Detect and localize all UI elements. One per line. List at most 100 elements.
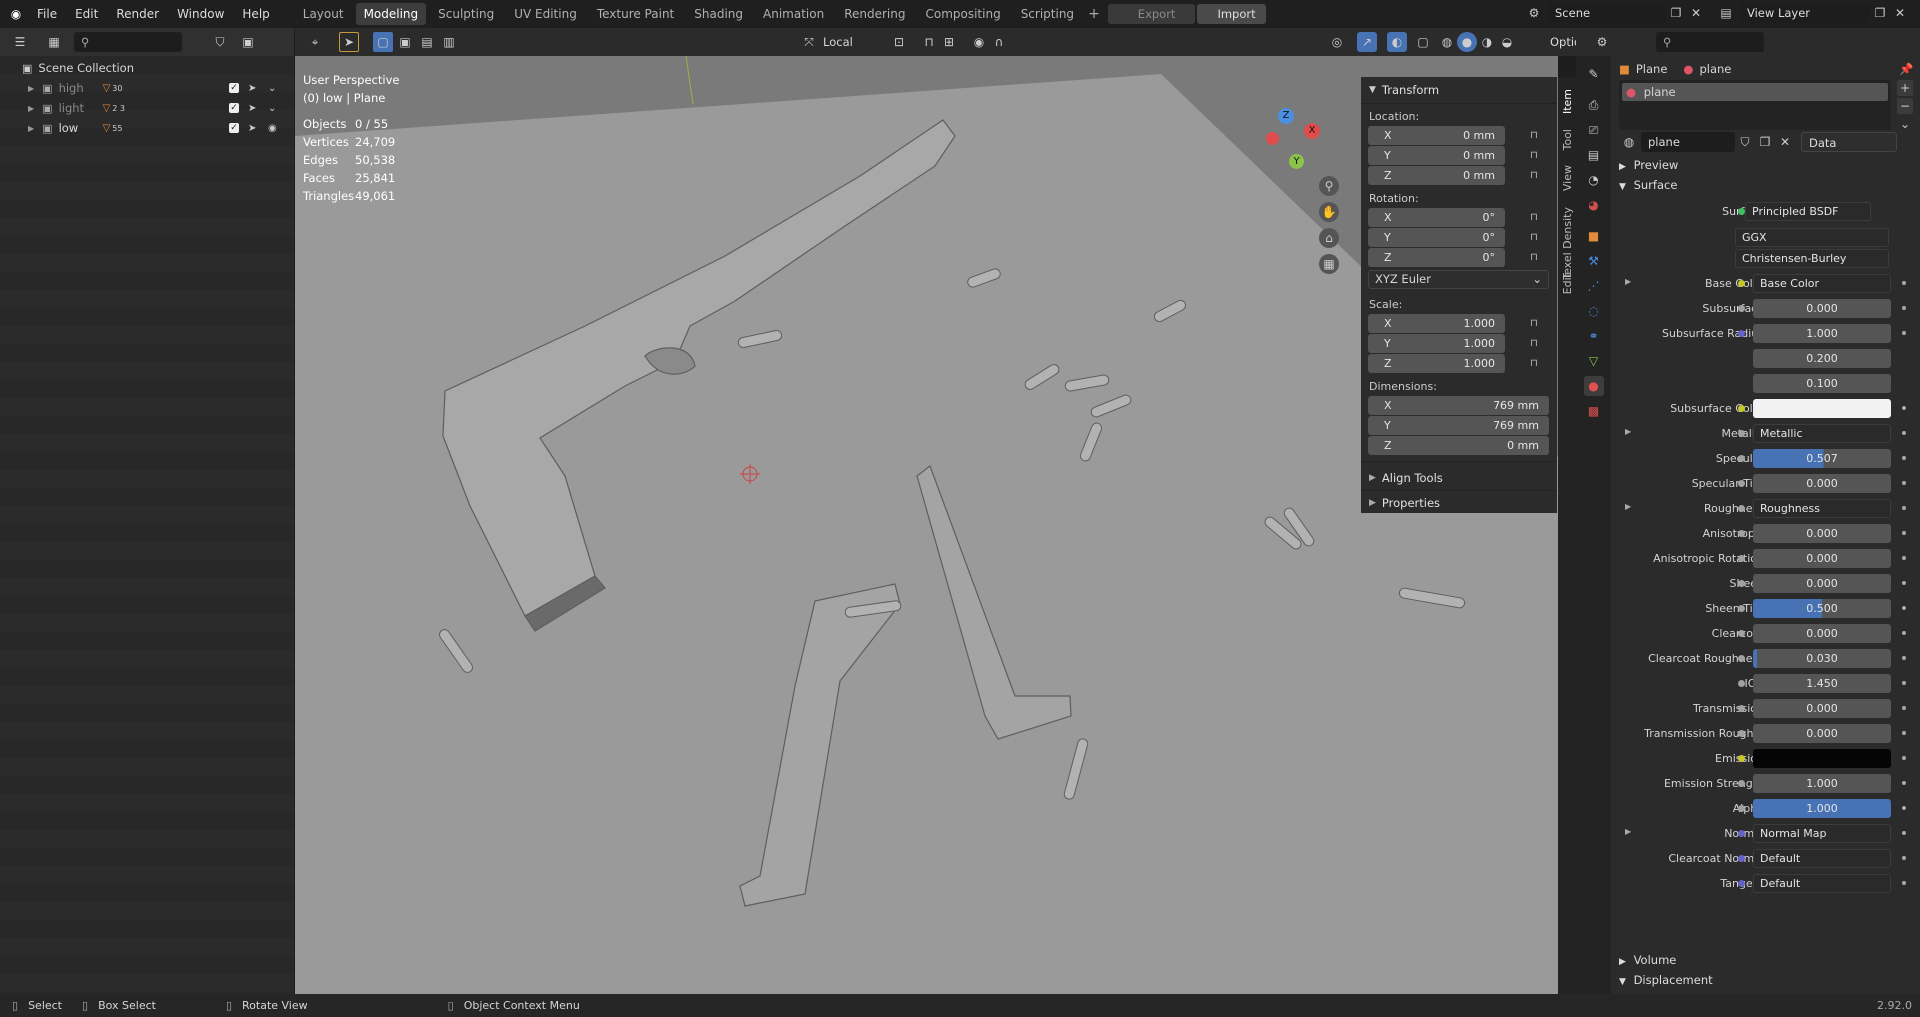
location-x-field[interactable]: X 0 mm — [1368, 126, 1505, 145]
surface-shader-field[interactable]: Principled BSDF — [1745, 202, 1871, 221]
lock-icon[interactable]: ⊓ — [1530, 318, 1542, 329]
distribution-dropdown[interactable]: GGX — [1735, 228, 1889, 247]
material-tab-icon[interactable]: ● — [1583, 376, 1604, 396]
modifier-tab-icon[interactable]: ⚒ — [1584, 251, 1604, 271]
visibility-icon[interactable]: ◎ — [1327, 32, 1347, 52]
camera-view-icon[interactable]: ⌂ — [1319, 228, 1339, 248]
viewport-editor-type-icon[interactable]: ⌖ — [305, 32, 325, 52]
transform-panel-title[interactable]: Transform — [1382, 83, 1439, 97]
keyframe-dot-icon[interactable] — [1902, 281, 1906, 285]
keyframe-dot-icon[interactable] — [1902, 656, 1906, 660]
pan-hand-icon[interactable]: ✋ — [1319, 202, 1339, 222]
subsurface-method-dropdown[interactable]: Christensen-Burley — [1735, 249, 1889, 268]
scale-x-field[interactable]: X 1.000 — [1368, 314, 1505, 333]
delete-view-layer-icon[interactable]: ✕ — [1890, 3, 1910, 23]
new-scene-icon[interactable]: ❐ — [1666, 3, 1686, 23]
neg-x-axis-handle[interactable] — [1266, 132, 1279, 145]
tab-animation[interactable]: Animation — [755, 3, 832, 25]
color-swatch-black[interactable] — [1753, 749, 1891, 768]
lock-icon[interactable]: ⊓ — [1530, 212, 1542, 223]
menu-file[interactable]: File — [28, 0, 66, 28]
solid-shading-icon[interactable]: ● — [1457, 32, 1477, 52]
prop-value-field[interactable]: 0.507 — [1753, 449, 1891, 468]
filter-icon[interactable]: ⛉ — [210, 32, 230, 52]
scene-icon[interactable]: ⚙ — [1524, 3, 1544, 23]
menu-window[interactable]: Window — [168, 0, 233, 28]
y-axis-handle[interactable]: Y — [1289, 154, 1304, 169]
selectable-icon[interactable]: ➤ — [248, 123, 256, 134]
properties-panel-header[interactable]: ▶ Properties — [1361, 490, 1557, 515]
socket-icon[interactable] — [1738, 680, 1745, 687]
expand-icon[interactable]: ▶ — [28, 84, 34, 93]
material-slot-item[interactable]: ● plane — [1622, 83, 1888, 101]
socket-icon[interactable] — [1738, 780, 1745, 787]
select-new-icon[interactable]: ▢ — [373, 32, 393, 52]
expand-icon[interactable]: ▶ — [1625, 502, 1631, 511]
selectable-icon[interactable]: ➤ — [248, 83, 256, 94]
scene-field[interactable]: Scene — [1548, 3, 1666, 23]
slot-menu-button[interactable]: ⌄ — [1897, 116, 1913, 132]
material-slot-list[interactable]: ● plane — [1619, 80, 1891, 130]
new-collection-icon[interactable]: ▣ — [238, 32, 258, 52]
keyframe-dot-icon[interactable] — [1902, 631, 1906, 635]
socket-icon[interactable] — [1738, 705, 1745, 712]
color-swatch-white[interactable] — [1753, 399, 1891, 418]
lock-icon[interactable]: ⊓ — [1530, 252, 1542, 263]
scale-z-field[interactable]: Z 1.000 — [1368, 354, 1505, 373]
rotation-x-field[interactable]: X 0° — [1368, 208, 1505, 227]
socket-icon[interactable] — [1738, 405, 1745, 412]
socket-icon[interactable] — [1738, 605, 1745, 612]
select-tool-icon[interactable]: ➤ — [339, 32, 359, 52]
link-dropdown[interactable]: Data — [1801, 132, 1897, 152]
pivot-icon[interactable]: ⊡ — [889, 32, 909, 52]
material-shading-icon[interactable]: ◑ — [1477, 32, 1497, 52]
z-axis-handle[interactable]: Z — [1278, 108, 1294, 124]
gizmo-toggle-icon[interactable]: ↗ — [1357, 32, 1377, 52]
scene-tab-icon[interactable]: ◔ — [1584, 170, 1604, 190]
lock-icon[interactable]: ⊓ — [1530, 338, 1542, 349]
socket-icon[interactable] — [1738, 430, 1745, 437]
display-mode-icon[interactable]: ▦ — [44, 32, 64, 52]
keyframe-dot-icon[interactable] — [1902, 606, 1906, 610]
prop-value-link[interactable]: Normal Map — [1753, 824, 1891, 843]
editor-type-icon[interactable]: ☰ — [10, 32, 30, 52]
tool-tab-icon[interactable]: ✎ — [1584, 64, 1604, 84]
prop-value-link[interactable]: Base Color — [1753, 274, 1891, 293]
outliner-search-input[interactable]: ⚲ — [74, 32, 182, 52]
select-extend-icon[interactable]: ▣ — [395, 32, 415, 52]
socket-icon[interactable] — [1738, 555, 1745, 562]
tab-compositing[interactable]: Compositing — [917, 3, 1008, 25]
tab-scripting[interactable]: Scripting — [1013, 3, 1082, 25]
data-tab-icon[interactable]: ▽ — [1584, 351, 1604, 371]
expand-icon[interactable]: ▶ — [28, 124, 34, 133]
texture-tab-icon[interactable]: ▩ — [1584, 401, 1604, 421]
keyframe-dot-icon[interactable] — [1902, 681, 1906, 685]
menu-edit[interactable]: Edit — [66, 0, 107, 28]
x-axis-handle[interactable]: X — [1304, 123, 1320, 139]
keyframe-dot-icon[interactable] — [1902, 306, 1906, 310]
keyframe-dot-icon[interactable] — [1902, 431, 1906, 435]
output-tab-icon[interactable]: ⎚ — [1584, 120, 1604, 140]
rotation-y-field[interactable]: Y 0° — [1368, 228, 1505, 247]
prop-value-field[interactable]: 0.000 — [1753, 699, 1891, 718]
remove-slot-button[interactable]: − — [1897, 98, 1913, 114]
lock-icon[interactable]: ⊓ — [1530, 232, 1542, 243]
prop-value-field[interactable]: 0.200 — [1753, 349, 1891, 368]
prop-value-field[interactable]: 0.000 — [1753, 299, 1891, 318]
prop-value-field[interactable]: 0.000 — [1753, 574, 1891, 593]
add-workspace-button[interactable]: + — [1088, 6, 1100, 22]
particles-tab-icon[interactable]: ⋰ — [1584, 276, 1604, 296]
lock-icon[interactable]: ⊓ — [1530, 358, 1542, 369]
render-tab-icon[interactable]: ⎙ — [1584, 95, 1604, 115]
prop-value-field[interactable]: 1.450 — [1753, 674, 1891, 693]
prop-value-field[interactable]: 0.030 — [1753, 649, 1891, 668]
keyframe-dot-icon[interactable] — [1902, 506, 1906, 510]
overlay-toggle-icon[interactable]: ◐ — [1387, 32, 1407, 52]
import-button[interactable]: Import — [1197, 4, 1266, 24]
prop-value-link[interactable]: Default — [1753, 874, 1891, 893]
keyframe-dot-icon[interactable] — [1902, 856, 1906, 860]
new-view-layer-icon[interactable]: ❐ — [1870, 3, 1890, 23]
socket-icon[interactable] — [1738, 830, 1745, 837]
socket-icon[interactable] — [1738, 755, 1745, 762]
view-layer-tab-icon[interactable]: ▤ — [1584, 145, 1604, 165]
